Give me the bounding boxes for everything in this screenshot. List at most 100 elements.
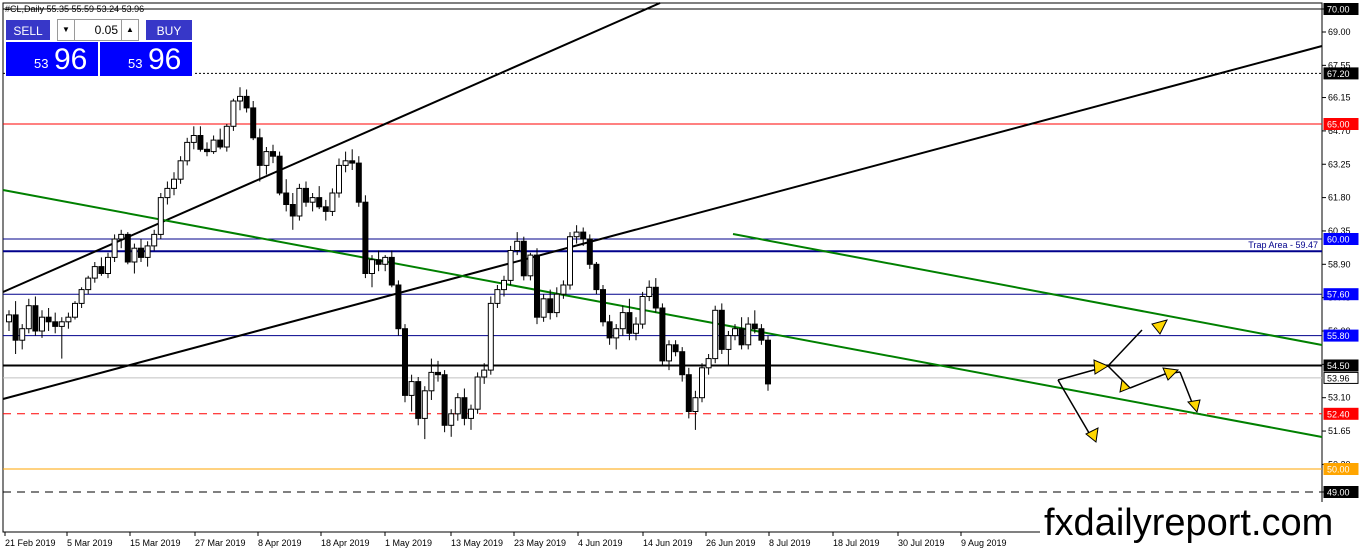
- sell-button[interactable]: SELL: [5, 19, 51, 41]
- level-tag-label: 57.60: [1327, 290, 1350, 300]
- candle-body: [6, 314, 12, 323]
- candle-body: [679, 351, 686, 376]
- candle-body: [738, 328, 745, 346]
- level-tag-label: 67.20: [1327, 69, 1350, 79]
- lot-size-input[interactable]: ▼ 0.05 ▲: [57, 19, 139, 41]
- candle-body: [395, 284, 402, 330]
- candle-body: [553, 293, 560, 314]
- plot-frame: [2, 2, 1323, 533]
- level-tag-label: 53.96: [1327, 373, 1350, 383]
- candle-body: [547, 298, 554, 314]
- candle-body: [507, 250, 514, 281]
- candle-body: [283, 192, 290, 205]
- level-tag-label: 65.00: [1327, 120, 1350, 130]
- candle-body: [177, 160, 184, 180]
- lot-size-value[interactable]: 0.05: [76, 20, 122, 40]
- date-tick-label: 26 Jun 2019: [706, 538, 756, 548]
- buy-price-small: 53: [128, 56, 143, 71]
- candle-body: [685, 374, 692, 413]
- candle-body: [65, 316, 72, 323]
- candle-body: [157, 197, 164, 235]
- trend-lines: [2, 2, 1323, 438]
- trap-area-label: Trap Area - 59.47: [1248, 240, 1318, 250]
- candle-body: [699, 367, 705, 399]
- candle-body: [276, 155, 283, 194]
- candle-body: [58, 321, 65, 327]
- arrow-head-icon: [1093, 359, 1110, 375]
- candle-body: [725, 335, 732, 350]
- candle-body: [408, 381, 415, 396]
- date-tick-label: 8 Apr 2019: [258, 538, 302, 548]
- candle-body: [600, 289, 606, 323]
- price-tick-label: 58.90: [1328, 259, 1351, 269]
- level-tag-label: 60.00: [1327, 235, 1350, 245]
- candle-body: [289, 204, 296, 217]
- date-tick-label: 9 Aug 2019: [961, 538, 1007, 548]
- buy-button[interactable]: BUY: [145, 19, 193, 41]
- candle-body: [52, 321, 59, 327]
- candle-body: [171, 178, 177, 189]
- chart-canvas: 70.0069.0067.5566.1564.7063.2561.8060.35…: [2, 2, 1359, 548]
- symbol-header: #CL,Daily 55.35 55.59 53.24 53.96: [5, 4, 145, 14]
- lot-decrease-icon[interactable]: ▼: [58, 20, 75, 40]
- candle-body: [12, 314, 19, 341]
- candle-body: [527, 254, 534, 277]
- date-tick-label: 18 Jul 2019: [833, 538, 880, 548]
- candle-body: [131, 247, 138, 263]
- date-tick-label: 14 Jun 2019: [643, 538, 693, 548]
- candle-body: [144, 245, 151, 258]
- date-tick-label: 15 Mar 2019: [130, 538, 181, 548]
- candle-body: [402, 328, 408, 396]
- sell-price-small: 53: [34, 56, 49, 71]
- candle-body: [190, 135, 197, 143]
- candle-body: [514, 240, 521, 252]
- candle-body: [672, 344, 679, 353]
- candle-body: [25, 305, 32, 330]
- level-tag-label: 70.00: [1327, 5, 1350, 15]
- date-tick-label: 4 Jun 2019: [578, 538, 623, 548]
- candle-body: [78, 289, 85, 304]
- candle-body: [19, 328, 26, 341]
- candle-body: [454, 397, 461, 415]
- date-axis: 21 Feb 2019 5 Mar 2019 15 Mar 2019 27 Mar 2…: [4, 532, 1007, 548]
- candle-body: [586, 238, 593, 265]
- lot-increase-icon[interactable]: ▲: [121, 20, 138, 40]
- price-tick-label: 66.15: [1328, 93, 1351, 103]
- candle-body: [151, 233, 158, 247]
- candle-body: [91, 266, 98, 279]
- candle-body: [164, 187, 171, 199]
- candle-body: [204, 148, 210, 153]
- candle-body: [210, 139, 217, 153]
- level-tag-label: 52.40: [1327, 409, 1350, 419]
- date-tick-label: 30 Jul 2019: [898, 538, 945, 548]
- candle-body: [487, 302, 494, 371]
- candle-body: [520, 240, 527, 277]
- candle-body: [322, 206, 329, 212]
- candle-body: [613, 328, 620, 339]
- buy-price-box[interactable]: 53 96: [99, 41, 193, 77]
- candle-body: [355, 162, 362, 203]
- candle-body: [382, 256, 389, 265]
- candle-body: [652, 286, 659, 309]
- candle-body: [619, 312, 626, 330]
- candle-body: [606, 321, 613, 339]
- candle-body: [534, 254, 540, 318]
- level-tag-label: 50.00: [1327, 465, 1350, 475]
- date-tick-label: 18 Apr 2019: [321, 538, 370, 548]
- candle-body: [593, 263, 600, 291]
- arrow-head-icon: [1151, 319, 1168, 335]
- candle-body: [303, 187, 309, 203]
- buy-price-big: 96: [148, 43, 182, 76]
- forecast-path: [1179, 371, 1194, 406]
- level-lines: [2, 2, 1323, 533]
- candle-body: [758, 328, 765, 341]
- date-tick-label: 13 May 2019: [451, 538, 503, 548]
- date-tick-label: 5 Mar 2019: [67, 538, 113, 548]
- candle-body: [342, 160, 349, 166]
- sell-price-box[interactable]: 53 96: [5, 41, 99, 77]
- candle-body: [573, 231, 580, 238]
- candle-body: [309, 197, 316, 203]
- candle-body: [428, 371, 435, 392]
- candle-body: [435, 371, 441, 376]
- candle-body: [474, 376, 481, 410]
